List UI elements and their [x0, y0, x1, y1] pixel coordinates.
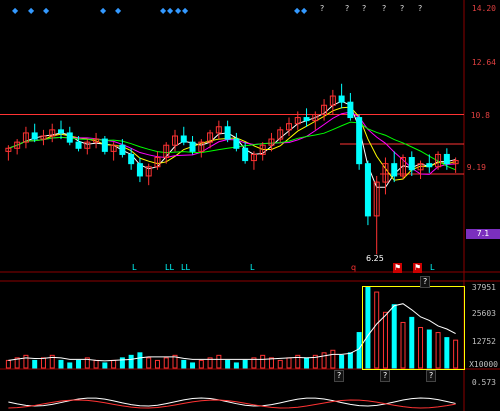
- volume-bar-3: [32, 359, 38, 369]
- volume-tick-3: 12752: [471, 337, 496, 346]
- volume-bar-20: [181, 359, 187, 369]
- candle-body-46: [408, 157, 415, 171]
- price-tick-3: 9.19: [466, 163, 486, 172]
- volume-bar-34: [304, 357, 310, 369]
- volume-bar-15: [137, 352, 143, 369]
- volume-bar-37: [330, 349, 336, 369]
- volume-tick-2: 25603: [471, 309, 496, 318]
- volume-bar-32: [286, 357, 292, 369]
- volume-bar-26: [233, 362, 239, 369]
- volume-bar-6: [58, 359, 64, 369]
- candle-body-44: [391, 163, 398, 177]
- volume-tab-2[interactable]: ?: [380, 370, 391, 382]
- marker-l-2: LL: [165, 263, 174, 272]
- volume-bar-12: [111, 359, 117, 369]
- candle-body-7: [66, 132, 73, 143]
- price-tick-1: 12.64: [471, 58, 496, 67]
- flag-icon-2[interactable]: ⚑: [413, 263, 423, 273]
- volume-bar-17: [154, 359, 160, 369]
- candle-body-25: [224, 126, 231, 140]
- flag-icon-1[interactable]: ⚑: [393, 263, 403, 273]
- candle-body-15: [136, 163, 143, 177]
- candle-body-27: [242, 147, 249, 162]
- volume-tick-1: 37951: [471, 283, 496, 292]
- volume-tick-4: X10000: [469, 360, 498, 369]
- candle-body-8: [75, 141, 82, 149]
- candle-body-26: [233, 138, 240, 149]
- volume-bar-36: [321, 352, 327, 369]
- volume-bar-11: [102, 362, 108, 369]
- volume-bar-39: [347, 352, 353, 369]
- marker-l-5: L: [430, 263, 435, 272]
- volume-bar-18: [163, 357, 169, 369]
- volume-bar-22: [198, 359, 204, 369]
- volume-bar-29: [260, 354, 266, 369]
- candle-body-11: [101, 138, 108, 152]
- candle-body-40: [356, 117, 363, 165]
- price-tag: 7.1: [466, 229, 500, 239]
- volume-tab-3[interactable]: ?: [426, 370, 437, 382]
- volume-bar-24: [216, 354, 222, 369]
- volume-bar-10: [93, 359, 99, 369]
- volume-tab-1[interactable]: ?: [334, 370, 345, 382]
- indicator-line-red: [8, 399, 456, 409]
- volume-popup-button[interactable]: ?: [420, 276, 431, 288]
- candle-body-50: [443, 153, 450, 165]
- indicator-line-white: [8, 397, 456, 407]
- volume-bar-40: [356, 332, 362, 369]
- candle-body-13: [119, 144, 126, 155]
- volume-bar-0: [5, 359, 11, 369]
- marker-l-3: LL: [181, 263, 190, 272]
- candle-body-34: [303, 117, 310, 122]
- ma-line-magenta: [8, 111, 456, 175]
- volume-bar-4: [40, 357, 46, 369]
- price-tick-2: 10.8: [470, 111, 490, 120]
- volume-bar-31: [277, 359, 283, 369]
- candle-body-21: [189, 141, 196, 152]
- marker-l-4: L: [250, 263, 255, 272]
- marker-l-1: L: [132, 263, 137, 272]
- volume-bar-8: [76, 359, 82, 369]
- candle-body-38: [338, 95, 345, 103]
- candle-body-48: [426, 163, 433, 168]
- candle-body-6: [58, 129, 64, 134]
- marker-q: q: [351, 263, 357, 272]
- candle-body-20: [180, 135, 187, 143]
- volume-bar-27: [242, 359, 248, 369]
- volume-bar-14: [128, 354, 134, 369]
- volume-bar-25: [225, 359, 231, 369]
- candle-body-41: [364, 163, 371, 217]
- volume-selection-box[interactable]: [362, 286, 465, 370]
- volume-bar-2: [23, 354, 29, 369]
- volume-bar-21: [190, 362, 196, 369]
- low-price-label: 6.25: [366, 254, 384, 263]
- candle-body-14: [128, 153, 135, 165]
- candle-body-3: [31, 132, 38, 140]
- volume-bar-7: [67, 362, 73, 369]
- candle-body-39: [347, 101, 354, 119]
- volume-bar-16: [146, 357, 152, 369]
- indicator-axis-label: 0.573: [471, 378, 496, 387]
- volume-bar-38: [339, 354, 345, 369]
- stock-chart-window: ◆ ◆ ◆ ◆ ◆ ◆ ◆ ◆ ◆ ◆ ◆?????? 14.20 12.64 10.8 9.19 …: [0, 0, 500, 411]
